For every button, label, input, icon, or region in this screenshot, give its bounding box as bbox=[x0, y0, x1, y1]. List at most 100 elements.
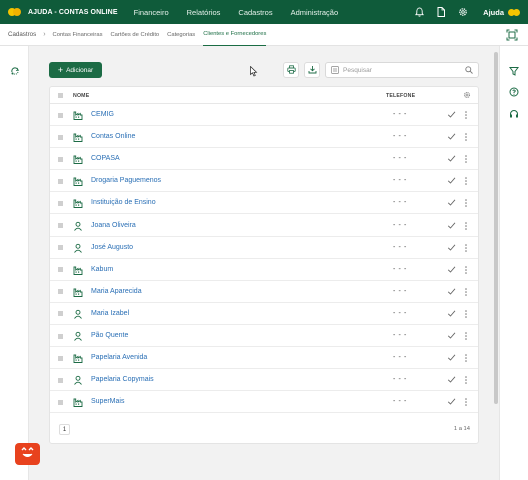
check-icon[interactable] bbox=[447, 353, 456, 362]
scrollbar[interactable] bbox=[494, 52, 498, 404]
tab-contas-financeiras[interactable]: Contas Financeiras bbox=[53, 24, 103, 46]
filter-icon[interactable] bbox=[509, 66, 519, 76]
check-icon[interactable] bbox=[447, 375, 456, 384]
check-icon[interactable] bbox=[447, 265, 456, 274]
table-row[interactable]: Pão Quente - - - bbox=[50, 325, 478, 347]
help-link[interactable]: Ajuda bbox=[483, 8, 504, 17]
table-row[interactable]: Maria Izabel - - - bbox=[50, 303, 478, 325]
more-vertical-icon[interactable] bbox=[464, 132, 468, 142]
page-1-button[interactable]: 1 bbox=[59, 424, 70, 435]
user-avatar[interactable] bbox=[508, 8, 520, 16]
gear-icon[interactable] bbox=[455, 0, 471, 24]
contact-name-link[interactable]: Instituição de Ensino bbox=[91, 199, 156, 206]
row-checkbox[interactable] bbox=[58, 289, 63, 295]
more-vertical-icon[interactable] bbox=[464, 154, 468, 164]
filter-list-icon[interactable] bbox=[331, 66, 339, 74]
contact-name-link[interactable]: Papelaria Copymais bbox=[91, 376, 154, 383]
table-row[interactable]: Contas Online - - - bbox=[50, 126, 478, 149]
table-row[interactable]: Joana Oliveira - - - bbox=[50, 215, 478, 237]
more-vertical-icon[interactable] bbox=[464, 353, 468, 363]
more-vertical-icon[interactable] bbox=[464, 198, 468, 208]
contact-name-link[interactable]: Papelaria Avenida bbox=[91, 354, 147, 361]
check-icon[interactable] bbox=[447, 309, 456, 318]
download-button[interactable] bbox=[304, 62, 320, 78]
more-vertical-icon[interactable] bbox=[464, 287, 468, 297]
table-row[interactable]: Papelaria Avenida - - - bbox=[50, 347, 478, 370]
row-checkbox[interactable] bbox=[58, 311, 63, 317]
more-vertical-icon[interactable] bbox=[464, 110, 468, 120]
contact-name-link[interactable]: Kabum bbox=[91, 266, 113, 273]
breadcrumb[interactable]: Cadastros bbox=[8, 31, 36, 38]
chat-assistant-button[interactable] bbox=[15, 443, 40, 465]
print-button[interactable] bbox=[283, 62, 299, 78]
expand-icon[interactable] bbox=[506, 29, 518, 41]
logo[interactable] bbox=[8, 8, 22, 16]
search-input[interactable] bbox=[343, 66, 463, 74]
help-circle-icon[interactable] bbox=[509, 87, 519, 97]
row-checkbox[interactable] bbox=[58, 267, 63, 273]
contact-name-link[interactable]: Joana Oliveira bbox=[91, 222, 136, 229]
more-vertical-icon[interactable] bbox=[464, 397, 468, 407]
select-all-checkbox[interactable] bbox=[58, 93, 63, 98]
check-icon[interactable] bbox=[447, 397, 456, 406]
document-icon[interactable] bbox=[433, 0, 449, 24]
brand-title[interactable]: AJUDA - CONTAS ONLINE bbox=[28, 9, 118, 16]
check-icon[interactable] bbox=[447, 287, 456, 296]
nav-item-relatorios[interactable]: Relatórios bbox=[187, 8, 221, 17]
search-icon[interactable] bbox=[465, 66, 473, 74]
table-row[interactable]: SuperMais - - - bbox=[50, 391, 478, 414]
check-icon[interactable] bbox=[447, 243, 456, 252]
more-vertical-icon[interactable] bbox=[464, 375, 468, 385]
check-icon[interactable] bbox=[447, 221, 456, 230]
row-checkbox[interactable] bbox=[58, 112, 63, 118]
contact-name-link[interactable]: Drogaria Paguemenos bbox=[91, 177, 161, 184]
tab-cartoes-de-credito[interactable]: Cartões de Crédito bbox=[111, 24, 160, 46]
nav-item-administracao[interactable]: Administração bbox=[291, 8, 339, 17]
check-icon[interactable] bbox=[447, 331, 456, 340]
contact-name-link[interactable]: COPASA bbox=[91, 155, 120, 162]
table-row[interactable]: José Augusto - - - bbox=[50, 237, 478, 259]
check-icon[interactable] bbox=[447, 154, 456, 163]
contact-name-link[interactable]: Maria Izabel bbox=[91, 310, 129, 317]
contact-name-link[interactable]: José Augusto bbox=[91, 244, 133, 251]
tab-categorias[interactable]: Categorias bbox=[167, 24, 195, 46]
more-vertical-icon[interactable] bbox=[464, 221, 468, 231]
check-icon[interactable] bbox=[447, 198, 456, 207]
row-checkbox[interactable] bbox=[58, 399, 63, 405]
table-row[interactable]: Papelaria Copymais - - - bbox=[50, 369, 478, 392]
table-row[interactable]: CEMIG - - - bbox=[50, 104, 478, 126]
row-checkbox[interactable] bbox=[58, 134, 63, 140]
nav-item-financeiro[interactable]: Financeiro bbox=[134, 8, 169, 17]
row-checkbox[interactable] bbox=[58, 156, 63, 162]
check-icon[interactable] bbox=[447, 176, 456, 185]
row-checkbox[interactable] bbox=[58, 200, 63, 206]
contact-name-link[interactable]: SuperMais bbox=[91, 398, 124, 405]
tab-clientes-e-fornecedores[interactable]: Clientes e Fornecedores bbox=[203, 24, 267, 46]
column-header-name[interactable]: NOME bbox=[73, 93, 89, 99]
headset-icon[interactable] bbox=[509, 109, 519, 119]
row-checkbox[interactable] bbox=[58, 178, 63, 184]
contact-name-link[interactable]: Maria Aparecida bbox=[91, 288, 142, 295]
more-vertical-icon[interactable] bbox=[464, 309, 468, 319]
table-row[interactable]: Maria Aparecida - - - bbox=[50, 281, 478, 303]
column-settings-icon[interactable] bbox=[463, 91, 471, 99]
row-checkbox[interactable] bbox=[58, 333, 63, 339]
table-row[interactable]: Kabum - - - bbox=[50, 259, 478, 281]
table-row[interactable]: Instituição de Ensino - - - bbox=[50, 192, 478, 215]
row-checkbox[interactable] bbox=[58, 223, 63, 228]
row-checkbox[interactable] bbox=[58, 355, 63, 361]
column-header-phone[interactable]: TELEFONE bbox=[386, 93, 415, 99]
check-icon[interactable] bbox=[447, 110, 456, 119]
add-button[interactable]: + Adicionar bbox=[49, 62, 102, 78]
contact-name-link[interactable]: CEMIG bbox=[91, 111, 114, 118]
recycle-icon[interactable] bbox=[10, 66, 20, 76]
contact-name-link[interactable]: Contas Online bbox=[91, 133, 135, 140]
more-vertical-icon[interactable] bbox=[464, 176, 468, 186]
table-row[interactable]: Drogaria Paguemenos - - - bbox=[50, 170, 478, 193]
table-row[interactable]: COPASA - - - bbox=[50, 148, 478, 171]
more-vertical-icon[interactable] bbox=[464, 243, 468, 253]
nav-item-cadastros[interactable]: Cadastros bbox=[238, 8, 272, 17]
contact-name-link[interactable]: Pão Quente bbox=[91, 332, 128, 339]
more-vertical-icon[interactable] bbox=[464, 265, 468, 275]
bell-icon[interactable] bbox=[411, 0, 427, 24]
